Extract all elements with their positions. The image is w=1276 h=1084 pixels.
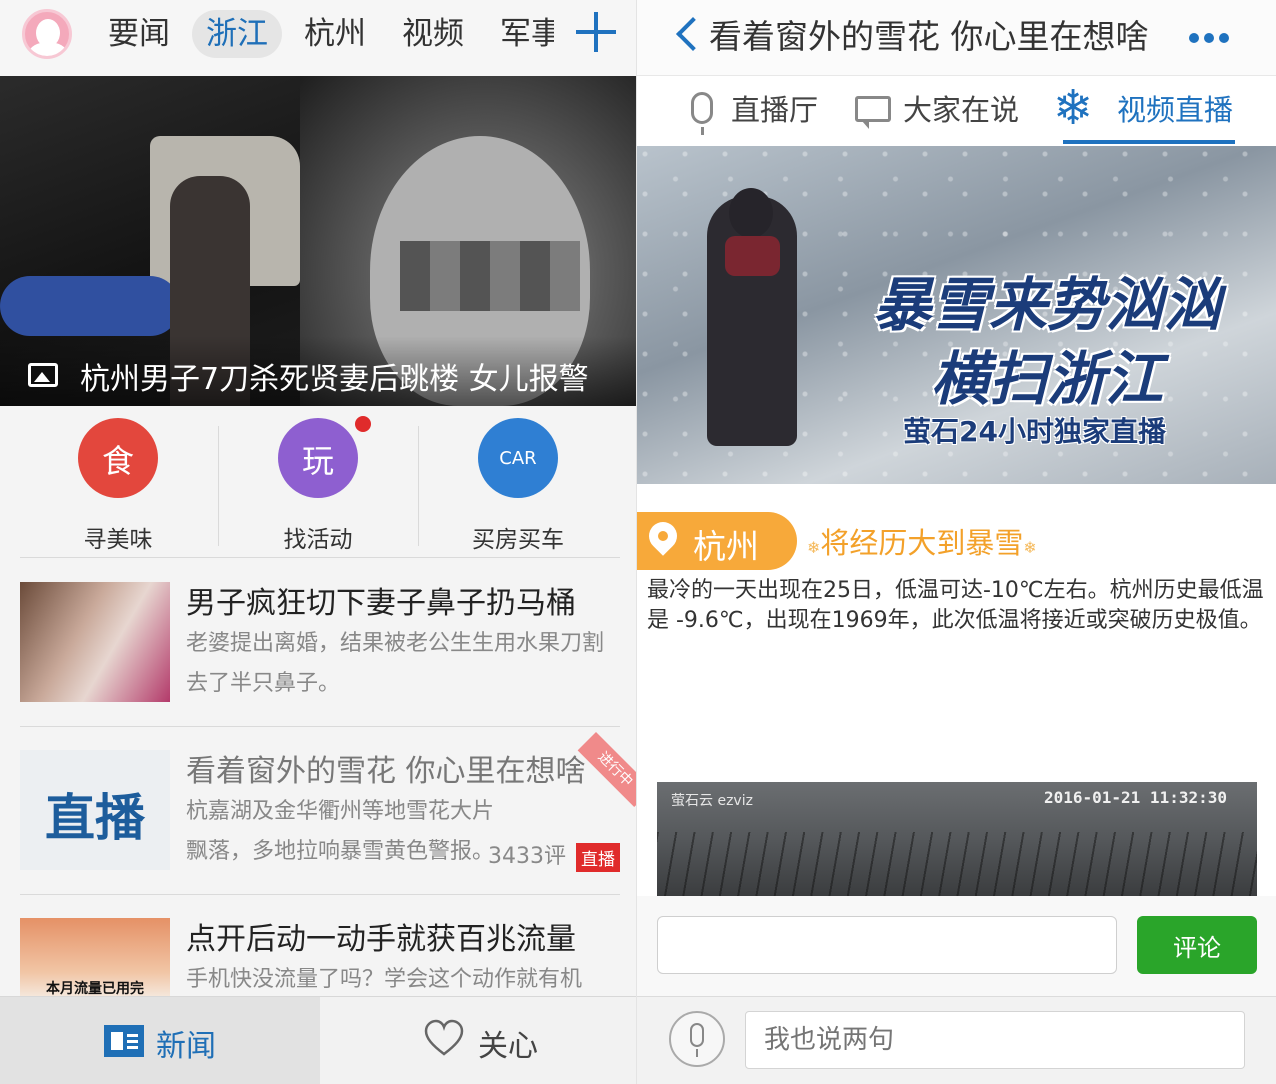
chat-icon [855,96,891,129]
tab-live-hall[interactable]: 直播厅 [731,90,818,130]
live-badge: 直播 [576,842,620,872]
list-item[interactable]: 直播 看着窗外的雪花 你心里在想啥 杭嘉湖及金华衢州等地雪花大片飘落，多地拉响暴… [20,750,620,900]
news-thumbnail: 直播 [20,750,170,870]
location-tag: 杭州 [637,512,797,570]
avatar-body [29,42,67,56]
newspaper-icon [104,1025,144,1057]
notification-dot [355,416,371,432]
back-arrow-icon[interactable] [676,17,710,51]
house-car-glyph: CAR [499,448,537,469]
voice-input-icon[interactable] [669,1011,725,1067]
news-summary: 老婆提出离婚，结果被老公生生用水果刀割去了半只鼻子。 [186,631,605,696]
snowflake-decoration-icon: ❄ [807,538,821,557]
shortcut-food[interactable]: 食 寻美味 [18,416,218,556]
tab-video[interactable]: 视频 [402,10,464,58]
camera-video-player[interactable]: 萤石云 ezviz 2016-01-21 11:32:30 [657,782,1257,896]
bottom-input-bar [637,996,1276,1084]
camera-scene [657,832,1257,896]
divider [20,557,620,558]
location-headline: ❄将经历大到暴雪❄ [807,520,1037,562]
hero-photo-mosaic [400,241,580,311]
news-title: 点开后动一动手就获百兆流量 [186,922,576,957]
more-options-icon[interactable] [1189,28,1234,47]
thumb-caption: 本月流量已用完 [46,981,144,997]
snowflake-decoration-icon: ❄ [1023,538,1037,557]
news-thumbnail [20,582,170,702]
tab-care-label[interactable]: 关心 [478,1021,538,1065]
live-banner[interactable]: 暴雪来势汹汹 横扫浙江 萤石24小时独家直播 [637,146,1276,484]
shortcut-label: 找活动 [283,527,353,553]
tab-hangzhou[interactable]: 杭州 [304,10,366,58]
banner-figure [707,188,797,446]
news-title: 男子疯狂切下妻子鼻子扔马桶 [186,586,576,621]
location-description: 最冷的一天出现在25日，低温可达-10℃左右。杭州历史最低温是 -9.6℃，出现… [647,578,1264,633]
camera-timestamp: 2016-01-21 11:32:30 [1043,788,1227,807]
location-city: 杭州 [693,527,759,566]
live-thumb-text: 直播 [45,788,145,847]
shortcut-events[interactable]: 玩 找活动 [218,416,418,556]
tab-discussion[interactable]: 大家在说 [903,90,1019,130]
tab-zhejiang[interactable]: 浙江 [192,10,282,58]
snowflake-icon: ❄ [1053,80,1094,136]
tab-yaowen[interactable]: 要闻 [108,10,170,58]
shortcut-house-car[interactable]: CAR 买房买车 [418,416,618,556]
activity-glyph: 玩 [301,442,334,480]
add-channel-icon[interactable] [576,12,616,52]
news-summary: 手机快没流量了吗？学会这个动作就有机 [186,967,583,992]
news-feed-panel: 要闻 浙江 杭州 视频 军事 杭州男子7刀杀死贤妻后跳楼 女儿报警 食 寻美味 … [0,0,636,1084]
comment-input[interactable] [657,916,1117,974]
hero-photo-bag [0,276,180,336]
tab-news[interactable]: 新闻 [0,997,320,1084]
avatar[interactable] [22,9,72,59]
submit-comment-button[interactable]: 评论 [1137,916,1257,974]
page-title: 看着窗外的雪花 你心里在想啥 [709,17,1149,56]
banner-scarf [725,236,780,276]
shortcut-row: 食 寻美味 玩 找活动 CAR 买房买车 [0,406,636,556]
tab-military[interactable]: 军事 [500,10,554,58]
image-gallery-icon [28,363,58,387]
news-title: 看着窗外的雪花 你心里在想啥 [186,754,586,789]
headline-carousel[interactable]: 杭州男子7刀杀死贤妻后跳楼 女儿报警 [0,76,636,406]
say-something-input[interactable] [745,1011,1245,1069]
bottom-tab-bar: 新闻 关心 [0,996,636,1084]
tab-video-live[interactable]: 视频直播 [1117,90,1233,130]
divider [20,894,620,895]
top-channel-bar: 要闻 浙江 杭州 视频 军事 [0,0,636,76]
shortcut-label: 买房买车 [472,527,564,553]
tab-news-label: 新闻 [156,1029,216,1064]
news-summary: 杭嘉湖及金华衢州等地雪花大片飘落，多地拉响暴雪黄色警报。 [186,799,495,864]
banner-title-line1: 暴雪来势汹汹 [873,271,1222,339]
comment-composer: 评论 [637,896,1276,996]
divider [20,726,620,727]
news-meta: 3433评 直播 [488,838,620,872]
active-tab-indicator [1063,140,1235,144]
location-pin-icon [643,516,683,556]
camera-logo: 萤石云 ezviz [671,793,753,809]
banner-title-line2: 横扫浙江 [931,345,1164,413]
microphone-icon [691,92,713,135]
headline-text: 将经历大到暴雪 [820,526,1024,560]
banner-subtitle: 萤石24小时独家直播 [903,415,1166,448]
list-item[interactable]: 男子疯狂切下妻子鼻子扔马桶 老婆提出离婚，结果被老公生生用水果刀割去了半只鼻子。 [20,582,620,732]
live-topic-panel: 看着窗外的雪花 你心里在想啥 直播厅 大家在说 ❄ 视频直播 暴雪来势汹汹 横扫… [636,0,1276,1084]
heart-icon[interactable] [424,1019,464,1059]
mic-body [690,1023,704,1047]
shortcut-label: 寻美味 [83,527,153,553]
food-glyph: 食 [101,442,134,480]
mic-stand [696,1049,698,1057]
topic-header: 看着窗外的雪花 你心里在想啥 [637,0,1276,76]
comment-count: 3433评 [488,844,566,869]
hero-caption: 杭州男子7刀杀死贤妻后跳楼 女儿报警 [80,362,589,397]
